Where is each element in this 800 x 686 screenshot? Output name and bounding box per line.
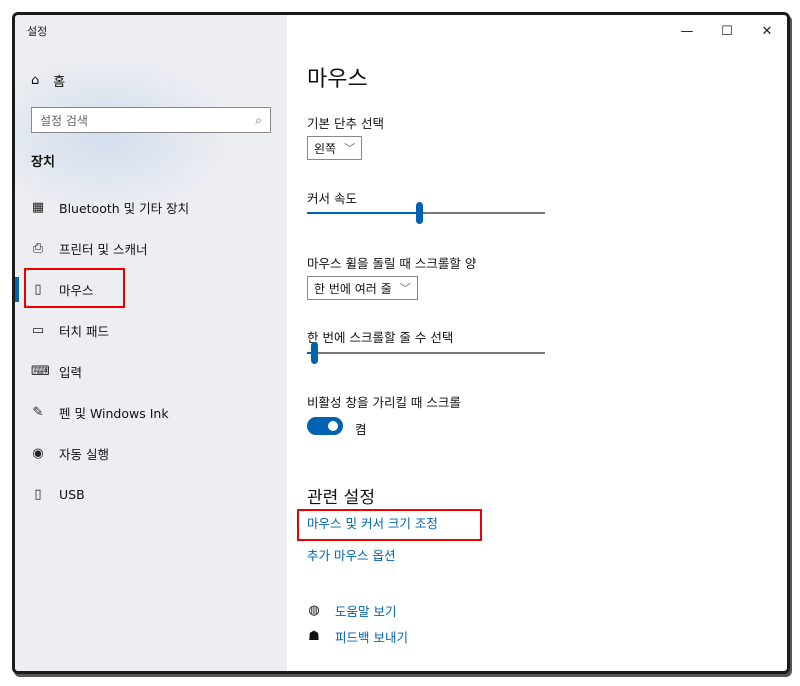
feedback-icon: ☗ — [308, 629, 320, 644]
sidebar: 설정 ⌂ 홈 설정 검색 ⌕ 장치 ▦ Bluetooth 및 기타 장치 ⎙ … — [15, 15, 287, 671]
wheel-scroll-dropdown[interactable]: 한 번에 여러 줄 ﹀ — [307, 276, 418, 300]
page-title: 마우스 — [307, 67, 368, 92]
main-content: 마우스 기본 단추 선택 왼쪽 ﹀ 커서 속도 마우스 휠을 돌릴 때 스크롤할… — [297, 15, 787, 671]
window-title: 설정 — [27, 25, 48, 38]
related-settings-title: 관련 설정 — [307, 488, 375, 508]
wheel-scroll-value: 한 번에 여러 줄 — [314, 281, 392, 296]
feedback-link[interactable]: 피드백 보내기 — [335, 627, 408, 646]
additional-mouse-options-link[interactable]: 추가 마우스 옵션 — [307, 545, 395, 564]
help-icon: ◍ — [308, 603, 320, 618]
sidebar-item-label: 자동 실행 — [59, 447, 109, 462]
search-input[interactable]: 설정 검색 ⌕ — [31, 107, 271, 133]
autoplay-icon: ◉ — [32, 446, 44, 461]
sidebar-item-pen[interactable]: ✎ 펜 및 Windows Ink — [15, 392, 287, 433]
chevron-down-icon: ﹀ — [399, 282, 411, 295]
slider-thumb[interactable] — [311, 342, 318, 364]
inactive-scroll-label: 비활성 창을 가리킬 때 스크롤 — [307, 395, 461, 410]
sidebar-item-touchpad[interactable]: ▭ 터치 패드 — [15, 310, 287, 351]
section-title: 장치 — [31, 155, 55, 170]
sidebar-nav: ▦ Bluetooth 및 기타 장치 ⎙ 프린터 및 스캐너 ▯ 마우스 ▭ … — [15, 187, 287, 515]
inactive-scroll-toggle[interactable] — [307, 417, 343, 435]
primary-button-value: 왼쪽 — [314, 141, 337, 156]
slider-track — [307, 352, 545, 354]
home-nav[interactable]: ⌂ 홈 — [31, 71, 65, 90]
sidebar-item-label: Bluetooth 및 기타 장치 — [59, 201, 190, 216]
printer-icon: ⎙ — [32, 241, 44, 256]
link-highlight-box — [297, 509, 482, 541]
sidebar-item-bluetooth[interactable]: ▦ Bluetooth 및 기타 장치 — [15, 187, 287, 228]
sidebar-item-label: 터치 패드 — [59, 324, 109, 339]
settings-window: 설정 ⌂ 홈 설정 검색 ⌕ 장치 ▦ Bluetooth 및 기타 장치 ⎙ … — [12, 12, 790, 674]
feedback-row[interactable]: ☗ 피드백 보내기 — [307, 627, 408, 646]
cursor-speed-slider[interactable] — [307, 202, 545, 224]
usb-icon: ▯ — [34, 487, 42, 502]
cursor-speed-label: 커서 속도 — [307, 191, 357, 206]
help-row[interactable]: ◍ 도움말 보기 — [307, 601, 396, 620]
sidebar-item-label: 펜 및 Windows Ink — [59, 406, 169, 421]
search-icon: ⌕ — [255, 112, 262, 127]
primary-button-label: 기본 단추 선택 — [307, 116, 384, 131]
pen-icon: ✎ — [32, 405, 44, 420]
bluetooth-devices-icon: ▦ — [31, 200, 45, 215]
home-label: 홈 — [53, 75, 66, 90]
sidebar-item-label: 입력 — [59, 365, 83, 380]
home-icon: ⌂ — [31, 73, 40, 88]
keyboard-icon: ⌨ — [31, 364, 50, 379]
slider-fill — [307, 212, 419, 214]
sidebar-item-typing[interactable]: ⌨ 입력 — [15, 351, 287, 392]
primary-button-dropdown[interactable]: 왼쪽 ﹀ — [307, 136, 363, 160]
search-placeholder: 설정 검색 — [40, 113, 88, 128]
mouse-highlight-box — [24, 268, 125, 308]
sidebar-item-usb[interactable]: ▯ USB — [15, 474, 287, 515]
sidebar-item-label: 프린터 및 스캐너 — [59, 242, 148, 257]
inactive-scroll-state: 켬 — [355, 422, 367, 437]
scroll-lines-slider[interactable] — [307, 342, 545, 364]
sidebar-item-printers[interactable]: ⎙ 프린터 및 스캐너 — [15, 228, 287, 269]
wheel-scroll-label: 마우스 휠을 돌릴 때 스크롤할 양 — [307, 256, 477, 271]
chevron-down-icon: ﹀ — [344, 142, 356, 155]
slider-thumb[interactable] — [416, 202, 423, 224]
toggle-knob — [328, 421, 338, 431]
sidebar-item-label: USB — [59, 487, 85, 502]
help-link[interactable]: 도움말 보기 — [335, 601, 396, 620]
scroll-lines-label: 한 번에 스크롤할 줄 수 선택 — [307, 330, 454, 345]
touchpad-icon: ▭ — [31, 323, 45, 338]
sidebar-item-autoplay[interactable]: ◉ 자동 실행 — [15, 433, 287, 474]
